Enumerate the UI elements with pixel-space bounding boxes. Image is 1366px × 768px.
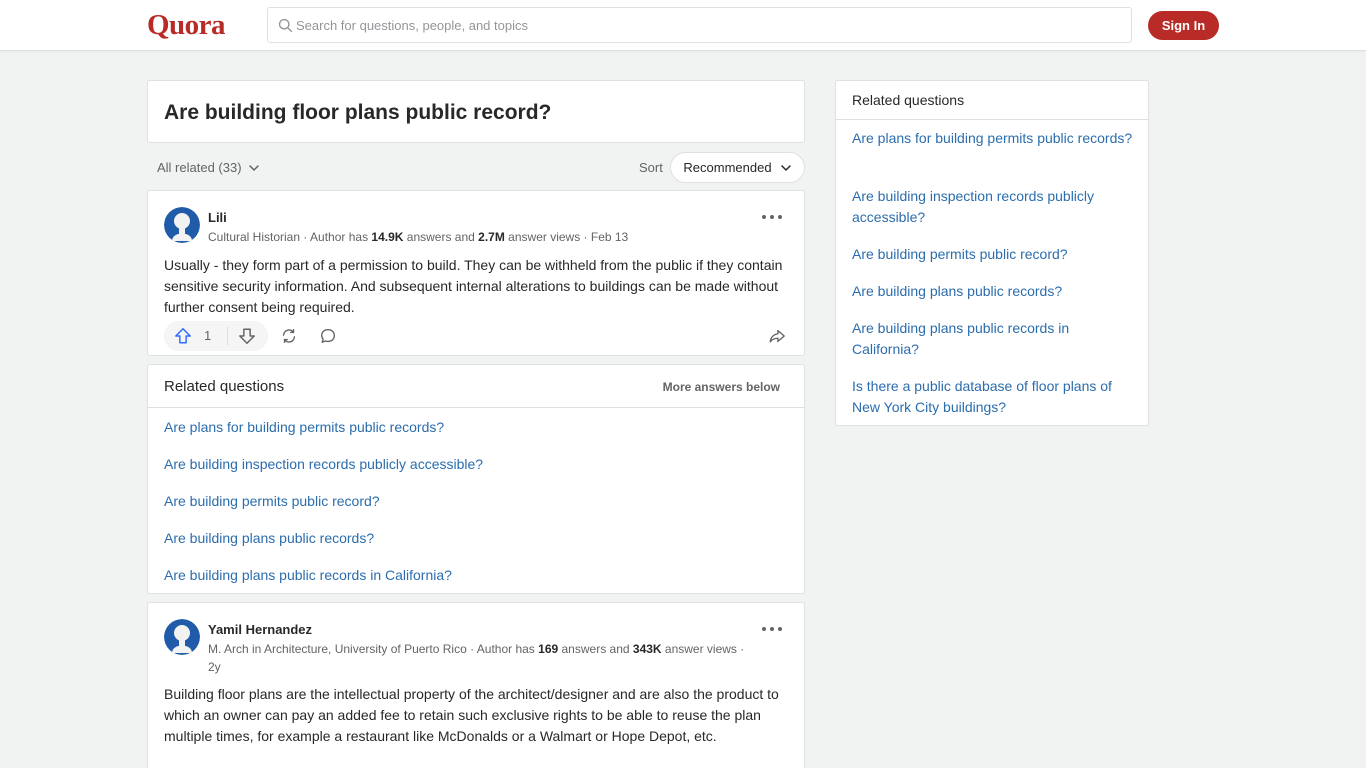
related-questions-inline: Related questions More answers below Are… <box>147 364 805 594</box>
vote-divider <box>227 327 228 345</box>
question-card: Are building floor plans public record? <box>147 80 805 143</box>
more-options-icon[interactable] <box>760 211 784 223</box>
sidebar-question-link[interactable]: Are building plans public records in Cal… <box>852 318 1137 360</box>
sidebar-question-link[interactable]: Are building plans public records? <box>852 281 1137 302</box>
sidebar-question-link[interactable]: Is there a public database of floor plan… <box>852 376 1137 418</box>
more-options-icon[interactable] <box>760 623 784 635</box>
top-header: Quora Sign In <box>0 0 1366 51</box>
all-related-filter[interactable]: All related (33) <box>157 160 260 175</box>
author-credential: M. Arch in Architecture, University of P… <box>208 642 745 674</box>
upvote-icon[interactable] <box>174 327 192 345</box>
more-answers-below: More answers below <box>662 380 780 394</box>
quora-logo[interactable]: Quora <box>147 8 226 42</box>
author-name[interactable]: Lili <box>208 210 227 225</box>
sort-dropdown[interactable]: Recommended <box>670 152 805 183</box>
forward-share-icon[interactable] <box>768 327 786 345</box>
answer-card: Lili Cultural Historian · Author has 14.… <box>147 190 805 356</box>
sidebar-related-questions: Related questions Are plans for building… <box>835 80 1149 426</box>
share-icon[interactable] <box>280 327 298 345</box>
related-questions-title: Related questions <box>164 378 285 395</box>
sign-in-button[interactable]: Sign In <box>1148 11 1219 40</box>
sidebar-title: Related questions <box>852 92 965 108</box>
sort-label: Sort <box>639 160 663 175</box>
search-box[interactable] <box>267 7 1132 43</box>
sidebar-header: Related questions <box>836 81 1148 120</box>
author-name[interactable]: Yamil Hernandez <box>208 622 312 637</box>
related-question-link[interactable]: Are building inspection records publicly… <box>164 456 483 472</box>
answer-action-bar: 1 <box>164 321 790 351</box>
comment-icon[interactable] <box>319 327 337 345</box>
sidebar-question-link[interactable]: Are building inspection records publicly… <box>852 186 1137 228</box>
related-question-link[interactable]: Are building permits public record? <box>164 493 380 509</box>
search-icon <box>278 18 293 33</box>
author-credential: Cultural Historian · Author has 14.9K an… <box>208 230 629 244</box>
filter-row: All related (33) Sort Recommended <box>147 152 805 184</box>
upvote-count: 1 <box>204 328 212 343</box>
question-title: Are building floor plans public record? <box>164 101 552 124</box>
all-related-label: All related (33) <box>157 160 242 175</box>
answer-text: Usually - they form part of a permission… <box>164 257 783 315</box>
downvote-icon[interactable] <box>238 327 256 345</box>
sidebar-question-link[interactable]: Are plans for building permits public re… <box>852 128 1137 149</box>
related-question-link[interactable]: Are building plans public records? <box>164 530 374 546</box>
vote-pill: 1 <box>164 321 268 351</box>
chevron-down-icon <box>248 164 259 171</box>
chevron-down-icon <box>780 164 791 171</box>
related-question-link[interactable]: Are plans for building permits public re… <box>164 419 444 435</box>
search-input[interactable] <box>296 8 1116 42</box>
sort-value: Recommended <box>683 160 772 175</box>
answer-text: Building floor plans are the intellectua… <box>164 686 779 744</box>
related-questions-header: Related questions More answers below <box>148 365 804 408</box>
related-question-link[interactable]: Are building plans public records in Cal… <box>164 567 452 583</box>
avatar[interactable] <box>164 619 200 655</box>
profile-avatar-icon <box>164 207 200 243</box>
avatar[interactable] <box>164 207 200 243</box>
profile-avatar-icon <box>164 619 200 655</box>
sidebar-question-link[interactable]: Are building permits public record? <box>852 244 1137 265</box>
answer-card: Yamil Hernandez M. Arch in Architecture,… <box>147 602 805 768</box>
